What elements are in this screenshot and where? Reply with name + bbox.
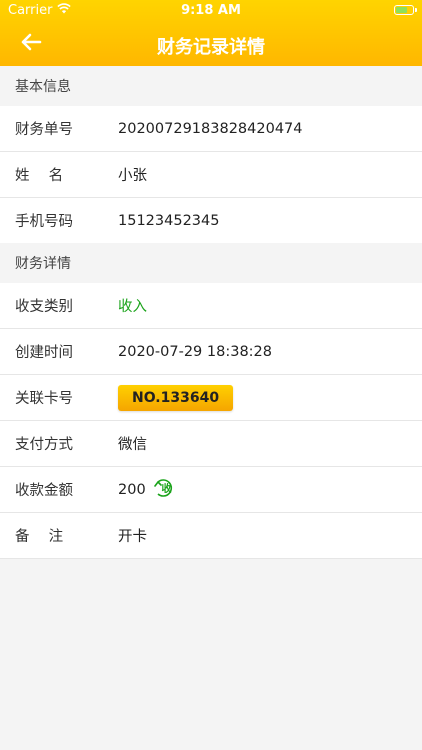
- payment-row: 支付方式 微信: [0, 421, 422, 467]
- nav-bar: 财务记录详情: [0, 22, 422, 66]
- phone-row: 手机号码 15123452345: [0, 198, 422, 243]
- created-time-value: 2020-07-29 18:38:28: [118, 343, 272, 360]
- payment-label: 支付方式: [15, 437, 73, 453]
- order-number-row: 财务单号 20200729183828420474: [0, 106, 422, 152]
- phone-value: 15123452345: [118, 212, 220, 229]
- name-row: 姓 名 小张: [0, 152, 422, 198]
- battery-icon: [394, 5, 417, 15]
- created-time-row: 创建时间 2020-07-29 18:38:28: [0, 329, 422, 375]
- card-label: 关联卡号: [15, 391, 73, 407]
- status-bar: Carrier 9:18 AM: [0, 0, 422, 22]
- payment-value: 微信: [118, 437, 147, 453]
- app-header: Carrier 9:18 AM 财务记录详情: [0, 0, 422, 66]
- collect-stamp-icon: 收: [153, 478, 176, 502]
- page-title: 财务记录详情: [157, 37, 265, 58]
- collect-stamp-text: 收: [161, 482, 171, 495]
- card-value-wrap: NO.133640: [118, 384, 234, 411]
- type-value: 收入: [118, 299, 147, 315]
- amount-row: 收款金额 200 收: [0, 467, 422, 513]
- name-label: 姓 名: [15, 168, 64, 184]
- status-time: 9:18 AM: [181, 3, 241, 18]
- amount-value-wrap: 200 收: [118, 478, 176, 502]
- amount-value: 200: [118, 481, 146, 498]
- name-value: 小张: [118, 168, 147, 184]
- remark-row: 备 注 开卡: [0, 513, 422, 559]
- order-number-label: 财务单号: [15, 122, 73, 138]
- type-row: 收支类别 收入: [0, 283, 422, 329]
- remark-value: 开卡: [118, 529, 147, 545]
- order-number-value: 20200729183828420474: [118, 120, 303, 137]
- section-basic-info: 基本信息: [0, 66, 422, 106]
- created-time-label: 创建时间: [15, 345, 73, 361]
- type-label: 收支类别: [15, 299, 73, 315]
- card-row: 关联卡号 NO.133640: [0, 375, 422, 421]
- card-number-badge[interactable]: NO.133640: [118, 384, 234, 411]
- remark-label: 备 注: [15, 529, 64, 545]
- phone-label: 手机号码: [15, 214, 73, 230]
- amount-label: 收款金额: [15, 483, 73, 499]
- section-finance-detail: 财务详情: [0, 243, 422, 283]
